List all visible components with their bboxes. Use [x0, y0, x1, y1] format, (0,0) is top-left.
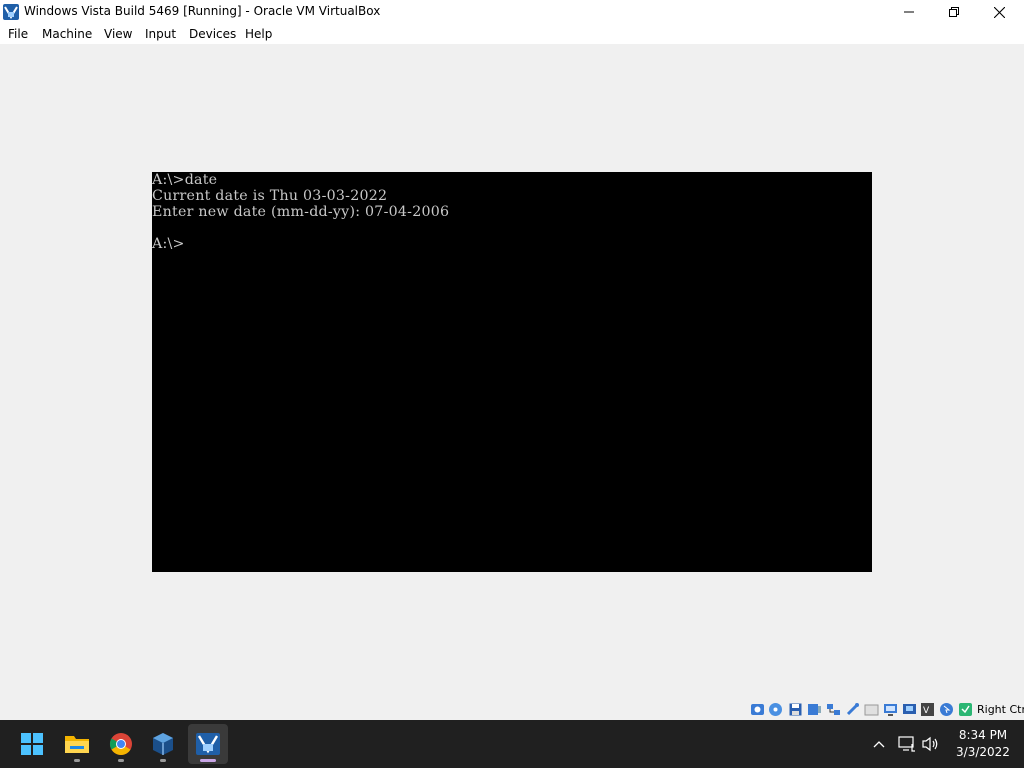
network-icon[interactable]: [826, 702, 841, 717]
active-indicator: [200, 759, 216, 762]
shared-folders-icon[interactable]: [864, 702, 879, 717]
close-icon: [993, 6, 1005, 18]
keyboard-capture-icon[interactable]: [958, 702, 973, 717]
file-explorer-button[interactable]: [57, 724, 97, 764]
running-indicator: [74, 759, 80, 762]
video-capture-icon[interactable]: [902, 702, 917, 717]
hard-disk-icon[interactable]: [750, 702, 765, 717]
host-key-label: Right Ctrl: [977, 703, 1024, 716]
chevron-up-icon: [873, 741, 885, 748]
restore-button[interactable]: [931, 0, 977, 24]
menu-devices[interactable]: Devices: [189, 27, 236, 41]
svg-text:V: V: [923, 706, 930, 716]
running-indicator: [118, 759, 124, 762]
show-hidden-icons-button[interactable]: [869, 734, 889, 754]
status-bar: V Right Ctrl: [0, 698, 1024, 720]
start-button[interactable]: [12, 724, 52, 764]
minimize-icon: [904, 11, 914, 13]
display-icon[interactable]: [883, 702, 898, 717]
chrome-icon: [110, 733, 132, 755]
title-bar: Windows Vista Build 5469 [Running] - Ora…: [0, 0, 1024, 24]
console-line: A:\>: [152, 236, 185, 252]
start-icon: [21, 733, 43, 755]
mouse-integration-icon[interactable]: [939, 702, 954, 717]
close-button[interactable]: [976, 0, 1022, 24]
clock-date: 3/3/2022: [956, 745, 1010, 759]
menu-view[interactable]: View: [104, 27, 132, 41]
virtualbox-icon: [153, 733, 173, 755]
vm-console-screen[interactable]: A:\>date Current date is Thu 03-03-2022 …: [152, 172, 872, 572]
volume-icon: [922, 736, 938, 752]
taskbar: 8:34 PM 3/3/2022: [0, 720, 1024, 768]
virtualbox-vista-icon: [3, 4, 19, 20]
menu-machine[interactable]: Machine: [42, 27, 92, 41]
window-title: Windows Vista Build 5469 [Running] - Ora…: [24, 4, 381, 18]
usb-icon[interactable]: [845, 702, 860, 717]
restore-icon: [949, 7, 959, 17]
optical-drive-icon[interactable]: [768, 702, 783, 717]
taskbar-clock[interactable]: 8:34 PM 3/3/2022: [948, 727, 1018, 761]
menu-file[interactable]: File: [8, 27, 28, 41]
vista-vm-button[interactable]: [188, 724, 228, 764]
menu-bar: File Machine View Input Devices Help: [0, 24, 1024, 44]
file-explorer-icon: [65, 736, 89, 753]
network-icon: [898, 736, 915, 752]
menu-input[interactable]: Input: [145, 27, 176, 41]
running-indicator: [160, 759, 166, 762]
console-line: A:\>date: [152, 172, 218, 188]
network-tray-button[interactable]: [897, 734, 917, 754]
floppy-icon[interactable]: [788, 702, 803, 717]
chrome-button[interactable]: [101, 724, 141, 764]
menu-help[interactable]: Help: [245, 27, 272, 41]
console-line: Current date is Thu 03-03-2022: [152, 188, 388, 204]
virtualbox-button[interactable]: [143, 724, 183, 764]
clock-time: 8:34 PM: [958, 728, 1008, 742]
vista-vm-icon: [196, 733, 220, 755]
minimize-button[interactable]: [886, 0, 932, 24]
virtualization-icon[interactable]: V: [920, 702, 935, 717]
console-line: Enter new date (mm-dd-yy): 07-04-2006: [152, 204, 450, 220]
audio-icon[interactable]: [807, 702, 822, 717]
volume-tray-button[interactable]: [921, 734, 941, 754]
